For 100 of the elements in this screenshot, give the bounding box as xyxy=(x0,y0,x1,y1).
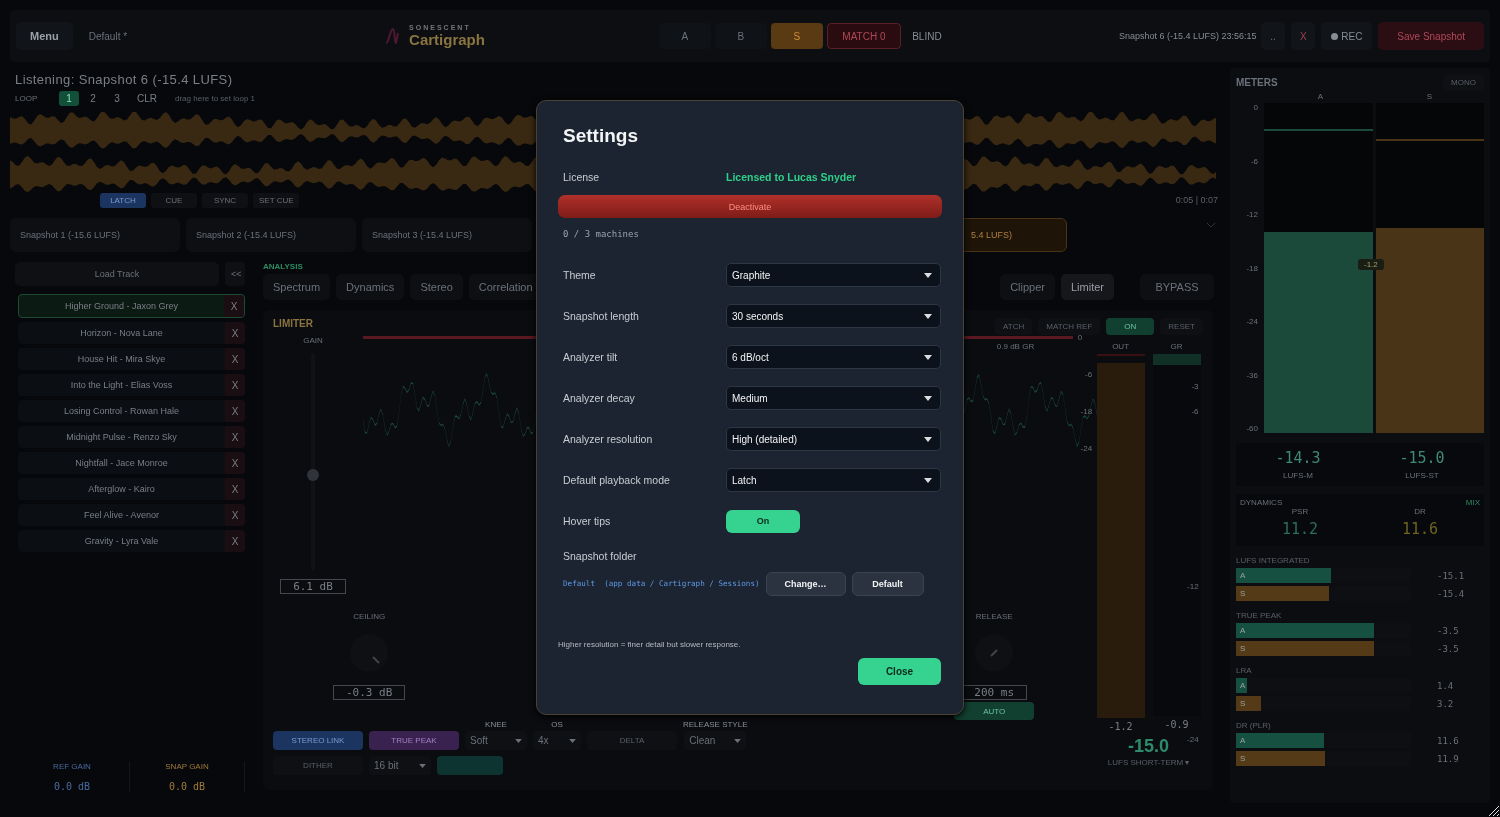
play-mode-button[interactable]: SET CUE xyxy=(253,192,299,208)
save-snapshot-button[interactable]: Save Snapshot xyxy=(1378,22,1484,50)
play-mode-button[interactable]: LATCH xyxy=(100,192,146,208)
setting-dropdown[interactable]: Latch xyxy=(726,468,941,492)
clear-loop-button[interactable]: CLR xyxy=(131,90,163,106)
setting-dropdown[interactable]: 30 seconds xyxy=(726,304,941,328)
toggle-button[interactable]: On xyxy=(726,509,800,533)
meter-label: OUT xyxy=(1112,342,1129,351)
dither-button[interactable]: DITHER xyxy=(273,756,363,775)
blind-button[interactable]: BLIND xyxy=(904,23,949,49)
remove-track-button[interactable]: X xyxy=(225,400,245,422)
track-item[interactable]: Feel Alive - Avenor X xyxy=(18,504,245,526)
analysis-tab[interactable]: Spectrum xyxy=(263,274,331,300)
gain-label: GAIN xyxy=(303,336,323,345)
track-title: Feel Alive - Avenor xyxy=(83,510,160,520)
ceiling-value[interactable]: -0.3 dB xyxy=(333,685,406,700)
setting-dropdown[interactable]: Medium xyxy=(726,386,941,410)
track-title: House Hit - Mira Skye xyxy=(76,354,167,364)
setting-label: Analyzer tilt xyxy=(563,351,619,363)
remove-track-button[interactable]: X xyxy=(224,295,244,317)
ceiling-label: CEILING xyxy=(353,612,386,621)
change-folder-button[interactable]: Change… xyxy=(765,572,846,596)
analysis-tab[interactable]: Stereo xyxy=(410,274,463,300)
setting-dropdown[interactable]: High (detailed) xyxy=(726,427,941,451)
loudness-label: LUFS-ST xyxy=(1405,471,1439,480)
bar-label: A xyxy=(1240,681,1246,690)
analysis-tab[interactable]: Dynamics xyxy=(336,274,405,300)
track-item[interactable]: Into the Light - Elias Voss X xyxy=(18,374,245,396)
true-peak-button[interactable]: TRUE PEAK xyxy=(369,731,459,750)
loop-slot-button[interactable]: 3 xyxy=(107,90,127,106)
compare-button[interactable]: B xyxy=(714,23,767,49)
gain-value[interactable]: 0.0 dB xyxy=(168,781,206,792)
close-button[interactable]: Close xyxy=(858,658,941,685)
bar-reading: 3.2 xyxy=(1437,698,1454,709)
loop-slot-button[interactable]: 2 xyxy=(83,90,103,106)
play-mode-button[interactable]: SYNC xyxy=(202,192,248,208)
match-ref-button[interactable]: MATCH REF xyxy=(1038,318,1101,335)
remove-track-button[interactable]: X xyxy=(225,348,245,370)
setting-dropdown[interactable]: Graphite xyxy=(726,263,941,287)
delete-button[interactable]: X xyxy=(1291,22,1316,50)
stereo-link-button[interactable]: STEREO LINK xyxy=(273,731,363,750)
snapshot-tile[interactable]: Snapshot 3 (-15.4 LUFS) xyxy=(362,218,532,252)
match-button[interactable]: ATCH xyxy=(995,318,1033,335)
track-item[interactable]: House Hit - Mira Skye X xyxy=(18,348,245,370)
remove-track-button[interactable]: X xyxy=(225,322,245,344)
match-button[interactable]: MATCH 0 xyxy=(826,23,901,49)
track-item[interactable]: Higher Ground - Jaxon Grey X xyxy=(18,294,245,318)
remove-track-button[interactable]: X xyxy=(225,426,245,448)
analysis-tab[interactable]: Clipper xyxy=(1000,274,1055,300)
bar-reading: -3.5 xyxy=(1437,643,1459,654)
snapshot-tile[interactable]: Snapshot 2 (-15.4 LUFS) xyxy=(186,218,356,252)
analysis-tab[interactable]: Limiter xyxy=(1061,274,1114,300)
track-item[interactable]: Losing Control - Rowan Hale X xyxy=(18,400,245,422)
resize-grip-icon[interactable] xyxy=(1486,803,1500,817)
caret-icon xyxy=(924,272,932,278)
compare-button[interactable]: S xyxy=(770,23,823,49)
setting-dropdown[interactable]: 6 dB/oct xyxy=(726,345,941,369)
setting-label: Analyzer resolution xyxy=(563,433,654,445)
scale-label: -24 xyxy=(1246,317,1258,326)
collapse-button[interactable]: << xyxy=(225,262,245,286)
track-item[interactable]: Afterglow - Kairo X xyxy=(18,478,245,500)
remove-track-button[interactable]: X xyxy=(225,530,245,552)
snapshot-tile[interactable]: Snapshot 1 (-15.6 LUFS) xyxy=(10,218,180,252)
power-button[interactable]: ON xyxy=(1106,318,1155,335)
delta-button[interactable]: DELTA xyxy=(587,731,677,750)
track-item[interactable]: Nightfall - Jace Monroe X xyxy=(18,452,245,474)
track-item[interactable]: Gravity - Lyra Vale X xyxy=(18,530,245,552)
record-button[interactable]: REC xyxy=(1321,22,1373,50)
menu-button[interactable]: Menu xyxy=(16,22,73,50)
more-button[interactable]: .. xyxy=(1260,22,1286,50)
bar-label: S xyxy=(1240,754,1246,763)
auto-button[interactable]: AUTO xyxy=(954,702,1035,720)
bar-label: S xyxy=(1240,699,1246,708)
track-item[interactable]: Horizon - Nova Lane X xyxy=(18,322,245,344)
gain-value[interactable]: 6.1 dB xyxy=(280,579,346,594)
oversampling-label: OS xyxy=(551,720,563,729)
oversampling-dropdown[interactable]: 4x xyxy=(533,731,581,750)
loop-slot-button[interactable]: 1 xyxy=(59,90,79,106)
remove-track-button[interactable]: X xyxy=(225,478,245,500)
reset-button[interactable]: RESET xyxy=(1160,318,1203,335)
dialog-title: Settings xyxy=(563,125,639,147)
play-mode-button[interactable]: CUE xyxy=(151,192,197,208)
remove-track-button[interactable]: X xyxy=(225,504,245,526)
action-button[interactable] xyxy=(437,756,503,775)
bit-depth-dropdown[interactable]: 16 bit xyxy=(369,756,431,775)
default-folder-button[interactable]: Default xyxy=(851,572,924,596)
knee-dropdown[interactable]: Soft xyxy=(465,731,527,750)
gain-value[interactable]: 0.0 dB xyxy=(53,781,91,792)
remove-track-button[interactable]: X xyxy=(225,374,245,396)
bypass-button[interactable]: BYPASS xyxy=(1140,274,1214,300)
release-style-dropdown[interactable]: Clean xyxy=(684,731,747,750)
loudness-mode-dropdown[interactable]: LUFS SHORT-TERM ▾ xyxy=(1101,757,1196,768)
remove-track-button[interactable]: X xyxy=(225,452,245,474)
track-title: Gravity - Lyra Vale xyxy=(83,536,160,546)
deactivate-button[interactable]: Deactivate xyxy=(558,195,942,218)
chevron-icon[interactable] xyxy=(1206,222,1216,228)
preset-dropdown[interactable]: Default * xyxy=(78,22,138,50)
track-item[interactable]: Midnight Pulse - Renzo Sky X xyxy=(18,426,245,448)
compare-button[interactable]: A xyxy=(658,23,711,49)
load-track-button[interactable]: Load Track xyxy=(15,262,219,286)
